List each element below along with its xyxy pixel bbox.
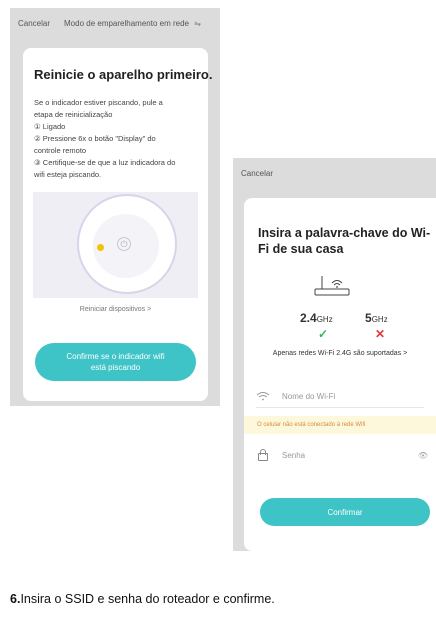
page-title: Insira a palavra-chave do Wi-Fi de sua c… <box>258 226 431 256</box>
step-line: ① Ligado <box>34 122 66 131</box>
step-number: 6. <box>10 592 21 606</box>
wifi-name-input[interactable] <box>282 392 402 401</box>
step-line: ③ Certifique-se de que a luz indicadora … <box>34 158 176 167</box>
wifi-icon <box>256 391 272 403</box>
power-icon: ⏻ <box>117 237 131 251</box>
lock-body <box>258 453 268 461</box>
device-illustration: ⏻ <box>33 192 198 298</box>
pairing-mode-switch[interactable]: Modo de emparelhamento em rede ⇋ <box>64 19 212 28</box>
freq-5-label: 5GHz <box>365 311 388 325</box>
freq-24-label: 2.4GHz <box>300 311 333 325</box>
wifi-name-field <box>256 386 424 408</box>
instruction-card: Reinicie o aparelho primeiro. Se o indic… <box>23 48 213 401</box>
check-icon: ✓ <box>318 327 329 341</box>
confirm-indicator-button[interactable]: Confirme se o indicador wifi está piscan… <box>35 343 196 381</box>
freq-24-value: 2.4 <box>300 311 317 325</box>
pairing-mode-label: Modo de emparelhamento em rede <box>64 18 189 28</box>
restart-devices-link[interactable]: Reiniciar dispositivos > <box>23 306 208 313</box>
supported-networks-link[interactable]: Apenas redes Wi-Fi 2.4G são suportadas > <box>244 350 436 357</box>
cancel-button[interactable]: Cancelar <box>18 19 50 28</box>
freq-unit: GHz <box>371 315 388 324</box>
wifi-password-screen: Cancelar Insira a palavra-chave do Wi-Fi… <box>233 158 436 551</box>
freq-unit: GHz <box>316 315 333 324</box>
password-field: 👁 <box>256 444 428 466</box>
step-line: controle remoto <box>34 146 87 155</box>
intro-line: etapa de reinicialização <box>34 110 113 119</box>
top-bar: Cancelar <box>233 158 436 188</box>
page-title: Reinicie o aparelho primeiro. <box>34 67 213 82</box>
no-wifi-warning: O celular não está conectado à rede Wifi <box>244 416 436 434</box>
confirm-button[interactable]: Confirmar <box>260 498 430 526</box>
restart-screen: Cancelar Modo de emparelhamento em rede … <box>10 8 220 406</box>
top-bar: Cancelar Modo de emparelhamento em rede … <box>10 8 220 38</box>
router-icon <box>314 276 350 296</box>
step-caption: 6.Insira o SSID e senha do roteador e co… <box>10 592 275 606</box>
indicator-light-icon <box>97 244 104 251</box>
step-line: ② Pressione 6x o botão "Display" do <box>34 134 156 143</box>
eye-icon[interactable]: 👁 <box>418 451 428 460</box>
lock-icon <box>256 449 272 461</box>
wifi-card: Insira a palavra-chave do Wi-Fi de sua c… <box>244 198 436 551</box>
password-input[interactable] <box>282 450 402 460</box>
freq-5-value: 5 <box>365 311 372 325</box>
intro-line: Se o indicador estiver piscando, pule a <box>34 98 163 107</box>
instruction-text: Se o indicador estiver piscando, pule a … <box>34 97 200 181</box>
step-line: wifi esteja piscando. <box>34 170 102 179</box>
cancel-button[interactable]: Cancelar <box>241 169 273 178</box>
swap-arrows-icon: ⇋ <box>194 18 201 28</box>
step-text: Insira o SSID e senha do roteador e conf… <box>20 592 275 606</box>
cross-icon: ✕ <box>375 327 386 341</box>
